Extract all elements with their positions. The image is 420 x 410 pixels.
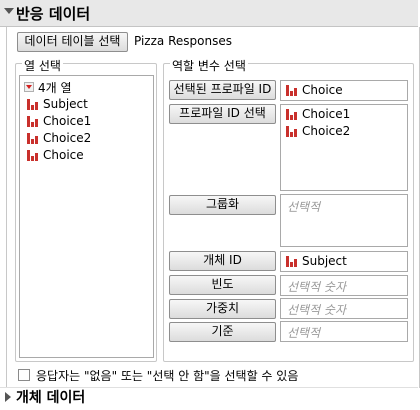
- none-option-label: 응답자는 "없음" 또는 "선택 안 함"을 선택할 수 있음: [36, 369, 299, 383]
- role-placeholder: 선택적 숫자: [287, 280, 347, 294]
- none-option-checkbox[interactable]: [18, 369, 30, 381]
- frequency-button[interactable]: 빈도: [169, 275, 276, 295]
- selected-profile-id-list[interactable]: Choice: [280, 80, 408, 101]
- criterion-list[interactable]: 선택적: [280, 321, 408, 342]
- subject-id-button[interactable]: 개체 ID: [169, 251, 276, 271]
- subject-data-title: 개체 데이터: [16, 390, 86, 406]
- profile-id-select-button[interactable]: 프로파일 ID 선택: [169, 104, 276, 124]
- grouping-list[interactable]: 선택적: [280, 194, 408, 247]
- column-select-title: 열 선택: [22, 57, 63, 74]
- column-item-label: Choice1: [43, 114, 92, 128]
- column-item-subject[interactable]: Subject: [23, 96, 148, 113]
- selected-profile-id-button[interactable]: 선택된 프로파일 ID: [169, 80, 276, 100]
- column-item-label: Choice2: [43, 131, 92, 145]
- section-title: 반응 데이터: [16, 5, 91, 23]
- nominal-bar-icon: [286, 109, 297, 120]
- column-item-choice[interactable]: Choice: [23, 147, 148, 164]
- nominal-bar-icon: [286, 256, 297, 267]
- disclosure-closed-icon[interactable]: [5, 392, 11, 402]
- role-placeholder: 선택적 숫자: [287, 303, 347, 317]
- red-triangle-menu-icon[interactable]: [24, 82, 34, 92]
- role-value: Choice: [302, 83, 343, 97]
- role-value: Choice1: [302, 107, 351, 121]
- role-placeholder: 선택적: [287, 326, 321, 340]
- nominal-bar-icon: [27, 116, 38, 127]
- nominal-bar-icon: [27, 99, 38, 110]
- role-value: Subject: [302, 254, 347, 268]
- data-table-name: Pizza Responses: [134, 34, 232, 48]
- disclosure-open-icon[interactable]: [4, 8, 14, 14]
- nominal-bar-icon: [286, 126, 297, 137]
- frequency-list[interactable]: 선택적 숫자: [280, 275, 408, 296]
- column-item-choice1[interactable]: Choice1: [23, 113, 148, 130]
- nominal-bar-icon: [27, 150, 38, 161]
- profile-id-list[interactable]: Choice1 Choice2: [280, 104, 408, 191]
- weight-button[interactable]: 가중치: [169, 299, 276, 319]
- nominal-bar-icon: [27, 133, 38, 144]
- select-data-table-button[interactable]: 데이터 테이블 선택: [17, 32, 128, 52]
- criterion-button[interactable]: 기준: [169, 322, 276, 342]
- column-item-label: Choice: [43, 148, 84, 162]
- weight-list[interactable]: 선택적 숫자: [280, 298, 408, 319]
- column-count-label: 4개 열: [38, 81, 72, 95]
- subject-id-list[interactable]: Subject: [280, 251, 408, 272]
- role-select-title: 역할 변수 선택: [170, 57, 248, 74]
- column-item-choice2[interactable]: Choice2: [23, 130, 148, 147]
- grouping-button[interactable]: 그룹화: [169, 195, 276, 215]
- nominal-bar-icon: [286, 85, 297, 96]
- column-item-label: Subject: [43, 97, 88, 111]
- role-value: Choice2: [302, 124, 351, 138]
- role-placeholder: 선택적: [287, 200, 321, 214]
